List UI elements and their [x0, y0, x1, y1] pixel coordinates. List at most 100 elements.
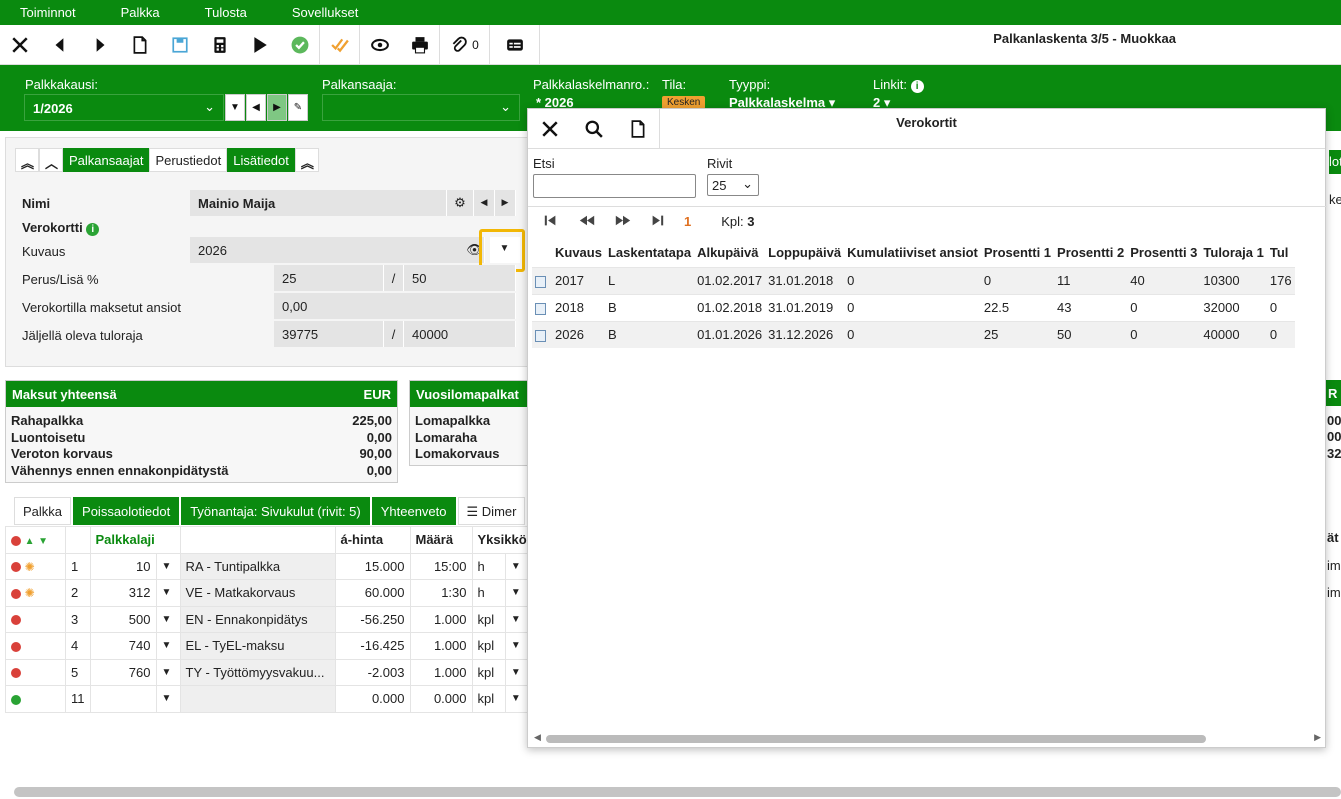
row-dropdown-icon[interactable]: ▼ — [155, 685, 181, 713]
row-price[interactable]: -16.425 — [334, 632, 411, 660]
previous-icon[interactable] — [40, 25, 80, 65]
tab-perustiedot[interactable]: Perustiedot — [149, 148, 228, 172]
row-unit[interactable]: kpl — [471, 632, 506, 660]
tab-dimensions[interactable]: ☰ Dimer — [457, 497, 526, 525]
prev-page-icon[interactable] — [579, 214, 595, 230]
col-prosentti3[interactable]: Prosentti 3 — [1127, 239, 1200, 267]
row-code[interactable]: 500 — [89, 605, 157, 633]
tab-lisatiedot[interactable]: Lisätiedot — [227, 148, 295, 172]
row-price[interactable]: 15.000 — [334, 552, 411, 580]
modal-horizontal-scrollbar[interactable]: ◀ ▶ — [534, 731, 1321, 745]
settings-gear-icon[interactable]: ⚙ — [447, 190, 474, 216]
row-code[interactable]: 740 — [89, 632, 157, 660]
row-unit[interactable]: kpl — [471, 658, 506, 686]
employee-select[interactable]: ⌄ — [322, 94, 520, 121]
attachment-icon[interactable]: 0 — [440, 24, 490, 65]
col-tuloraja2[interactable]: Tul — [1267, 239, 1295, 267]
remove-all-icon[interactable] — [11, 535, 21, 546]
row-price[interactable]: 60.000 — [334, 579, 411, 607]
period-next-icon[interactable]: ▶ — [267, 94, 287, 121]
sort-up-icon[interactable]: ▲ — [25, 536, 35, 547]
right-edge-tab[interactable]: lot — [1329, 150, 1341, 174]
current-page[interactable]: 1 — [684, 214, 691, 229]
table-row[interactable]: 2017 L 01.02.2017 31.01.2018 0 0 11 40 10300 176 — [532, 266, 1295, 294]
table-row[interactable]: 11 ▼ 0.000 0.000 kpl ▼ — [5, 685, 533, 713]
table-row[interactable]: 4 740 ▼ EL - TyEL-maksu -16.425 1.000 kp… — [5, 632, 533, 660]
row-qty[interactable]: 1:30 — [409, 579, 473, 607]
col-kuvaus[interactable]: Kuvaus — [552, 239, 605, 267]
menu-toiminnot[interactable]: Toiminnot — [20, 5, 76, 20]
double-check-icon[interactable] — [320, 24, 360, 65]
remove-row-icon[interactable] — [11, 641, 21, 652]
print-icon[interactable] — [400, 24, 440, 65]
name-next-icon[interactable]: ▶ — [495, 190, 516, 216]
table-row[interactable]: 3 500 ▼ EN - Ennakonpidätys -56.250 1.00… — [5, 605, 533, 633]
preview-eye-icon[interactable] — [360, 25, 400, 65]
row-code[interactable]: 312 — [89, 579, 157, 607]
row-dropdown-icon[interactable]: ▼ — [155, 658, 181, 686]
scroll-left-icon[interactable]: ◀ — [534, 732, 541, 743]
col-kumulatiiviset[interactable]: Kumulatiiviset ansiot — [844, 239, 981, 267]
open-record-icon[interactable] — [535, 275, 546, 288]
add-row-icon[interactable] — [11, 694, 21, 705]
row-settings-icon[interactable]: ✺ — [25, 560, 35, 574]
row-settings-icon[interactable]: ✺ — [25, 586, 35, 600]
collapse-all-icon[interactable]: ︽ — [15, 148, 39, 172]
tab-palkansaajat[interactable]: Palkansaajat — [63, 148, 150, 172]
card-icon[interactable] — [490, 24, 540, 65]
tab-yhteenveto[interactable]: Yhteenveto — [371, 497, 456, 525]
row-dropdown-icon[interactable]: ▼ — [155, 552, 181, 580]
remove-row-icon[interactable] — [11, 562, 21, 573]
row-dropdown-icon[interactable]: ▼ — [155, 632, 181, 660]
row-code[interactable]: 760 — [89, 658, 157, 686]
run-icon[interactable] — [240, 25, 280, 65]
remove-row-icon[interactable] — [11, 615, 21, 626]
table-row[interactable]: 2018 B 01.02.2018 31.01.2019 0 22.5 43 0 32000 0 — [532, 293, 1295, 321]
remove-row-icon[interactable] — [11, 668, 21, 679]
page-horizontal-scrollbar[interactable] — [14, 787, 1341, 797]
row-qty[interactable]: 1.000 — [409, 632, 473, 660]
col-prosentti2[interactable]: Prosentti 2 — [1054, 239, 1127, 267]
row-price[interactable]: -2.003 — [334, 658, 411, 686]
col-unit[interactable]: Yksikkö — [471, 526, 533, 554]
menu-palkka[interactable]: Palkka — [121, 5, 160, 20]
table-row[interactable]: ✺ 1 10 ▼ RA - Tuntipalkka 15.000 15:00 h… — [5, 552, 533, 580]
col-alkupaiva[interactable]: Alkupäivä — [694, 239, 765, 267]
name-prev-icon[interactable]: ◀ — [474, 190, 495, 216]
next-page-icon[interactable] — [615, 214, 631, 230]
open-record-icon[interactable] — [535, 302, 546, 315]
row-qty[interactable]: 1.000 — [409, 658, 473, 686]
modal-search-input[interactable] — [533, 174, 696, 198]
next-icon[interactable] — [80, 25, 120, 65]
last-page-icon[interactable] — [651, 214, 664, 230]
dropdown-caret-icon[interactable]: ▼ — [225, 94, 245, 121]
approve-icon[interactable] — [280, 24, 320, 65]
remove-row-icon[interactable] — [11, 588, 21, 599]
tab-poissaolotiedot[interactable]: Poissaolotiedot — [73, 497, 180, 525]
tab-sivukulut[interactable]: Työnantaja: Sivukulut (rivit: 5) — [181, 497, 370, 525]
calcno-select[interactable]: * 2026 — [532, 94, 652, 110]
row-unit[interactable]: h — [471, 579, 506, 607]
row-code[interactable]: 10 — [89, 552, 157, 580]
col-price[interactable]: á-hinta — [334, 526, 411, 554]
new-document-icon[interactable] — [120, 25, 160, 65]
expand-icon[interactable]: ︽ — [294, 148, 319, 172]
col-qty[interactable]: Määrä — [409, 526, 473, 554]
col-prosentti1[interactable]: Prosentti 1 — [981, 239, 1054, 267]
col-paytype[interactable]: Palkkalaji — [89, 526, 181, 554]
menu-sovellukset[interactable]: Sovellukset — [292, 5, 358, 20]
row-price[interactable]: 0.000 — [334, 685, 411, 713]
close-icon[interactable] — [0, 25, 40, 65]
calculator-icon[interactable] — [200, 25, 240, 65]
sort-down-icon[interactable]: ▼ — [38, 536, 48, 547]
table-row[interactable]: ✺ 2 312 ▼ VE - Matkakorvaus 60.000 1:30 … — [5, 579, 533, 607]
collapse-icon[interactable]: ︿ — [39, 148, 63, 172]
table-row[interactable]: 2026 B 01.01.2026 31.12.2026 0 25 50 0 40000 0 — [532, 320, 1295, 348]
menu-tulosta[interactable]: Tulosta — [205, 5, 247, 20]
open-record-icon[interactable] — [535, 329, 546, 342]
row-qty[interactable]: 0.000 — [409, 685, 473, 713]
save-icon[interactable] — [160, 25, 200, 65]
row-dropdown-icon[interactable]: ▼ — [155, 605, 181, 633]
col-tuloraja1[interactable]: Tuloraja 1 — [1200, 239, 1266, 267]
period-prev-icon[interactable]: ◀ — [246, 94, 266, 121]
